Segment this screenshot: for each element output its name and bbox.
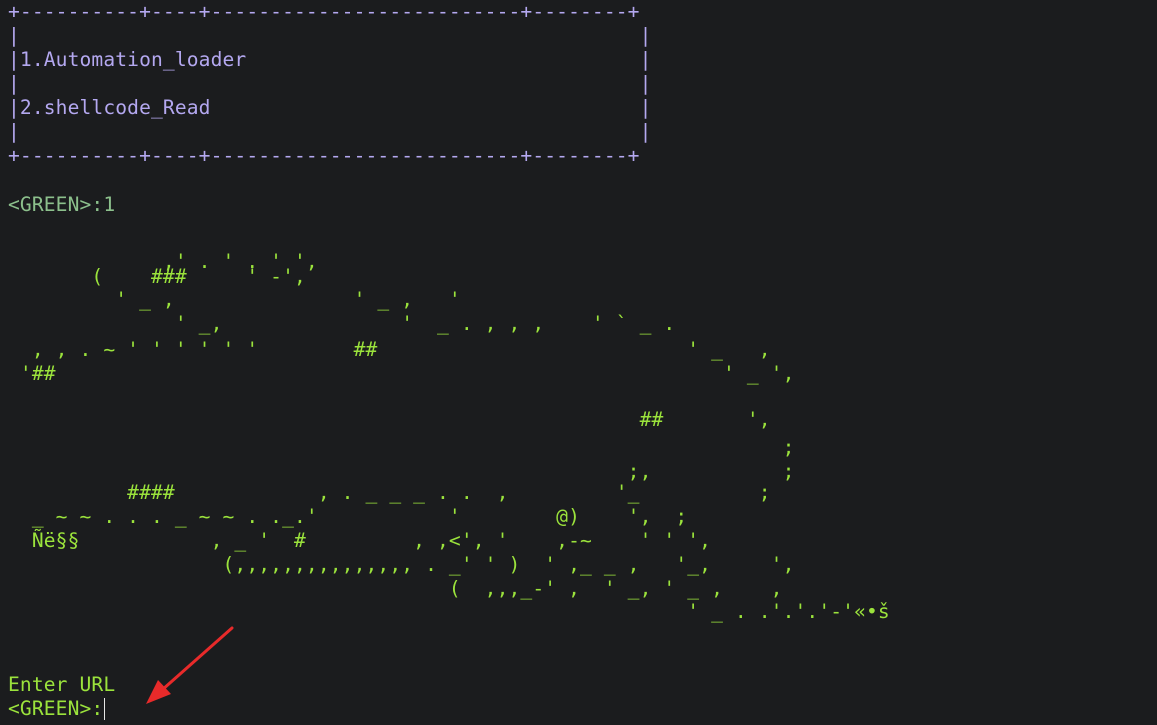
terminal-window: +----------+----+-----------------------… [0, 0, 1157, 725]
prompt-selection: <GREEN>:1 [8, 193, 116, 216]
menu-blank-row: | | [8, 72, 652, 95]
menu-blank-row: | | [8, 24, 652, 47]
ascii-art-line: (,,,,,,,,,,,,,,, . _' ' ) ' ,_ _ , '_, '… [8, 553, 795, 576]
ascii-art-line: Ñë§§ , _ ' # , ,<', ' ,-~ ' ' ', [8, 529, 712, 552]
text-cursor [104, 698, 105, 720]
ascii-art-line: ( ,,,_-' , ' _, ' _ , , [8, 577, 783, 600]
menu-item-automation-loader: |1.Automation_loader | [8, 48, 652, 71]
ascii-art-line: ( ### ' -', [8, 265, 306, 288]
ascii-art-line: ' _ . .'.'.'-'«•š [8, 600, 890, 623]
menu-border-bottom: +----------+----+-----------------------… [8, 144, 640, 167]
ascii-art-line: ' _ , ' _ , ' [8, 288, 461, 311]
ascii-art-line: ## ', [8, 408, 771, 431]
ascii-art-line: '## ' _ ', [8, 362, 795, 385]
ascii-art-line: ; [8, 436, 795, 459]
ascii-art-line: ' _, ' _ . , , , ' ` _ . [8, 312, 676, 335]
menu-blank-row: | | [8, 120, 652, 143]
ascii-art-line: , , . ~ ' ' ' ' ' ' ## ' _ , [8, 338, 771, 361]
ascii-art-line: #### , . _ _ _ . . , '_ ; [8, 481, 771, 504]
enter-url-label: Enter URL [8, 673, 116, 696]
url-input-prompt[interactable]: <GREEN>: [8, 697, 103, 721]
menu-border-top: +----------+----+-----------------------… [8, 0, 640, 23]
ascii-art-line: _ ~ ~ . . . _ ~ ~ . ._.' ' @) ', ; [8, 505, 688, 528]
menu-item-shellcode-read: |2.shellcode_Read | [8, 96, 652, 119]
